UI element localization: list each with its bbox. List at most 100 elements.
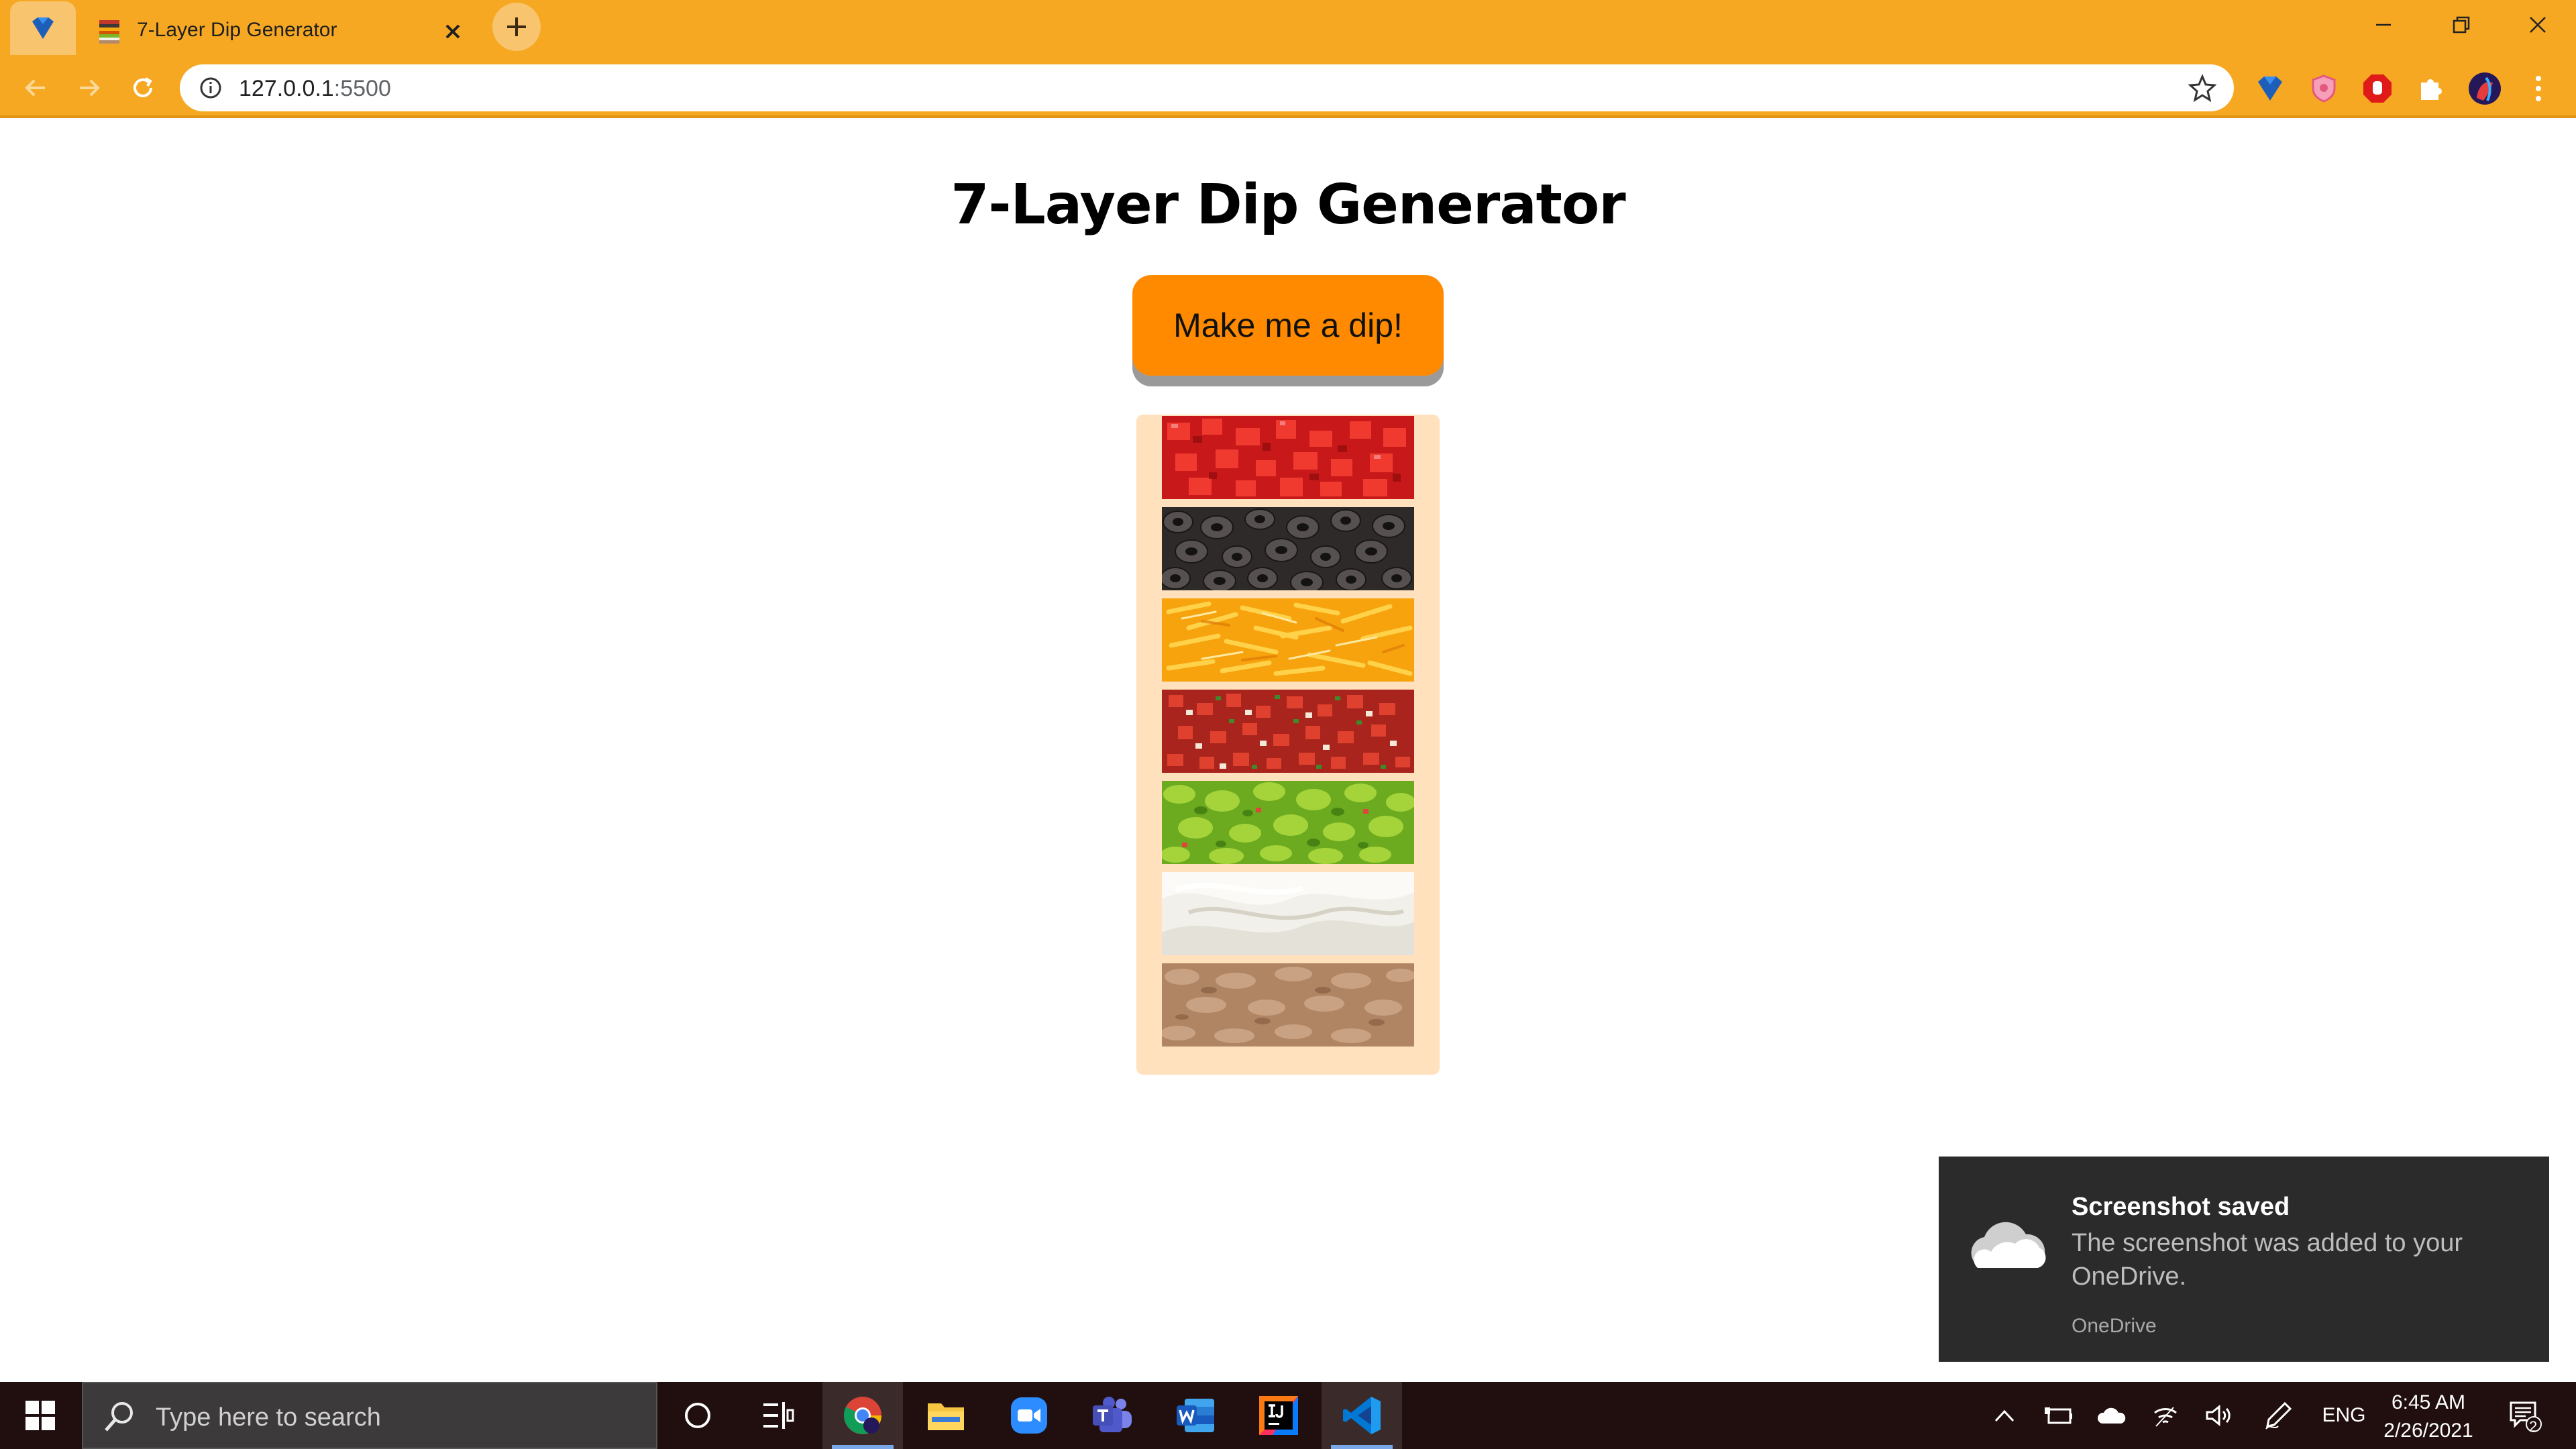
avatar-icon	[2469, 72, 2501, 105]
wifi-icon	[2154, 1407, 2177, 1427]
input-language-button[interactable]: ENG	[2317, 1382, 2371, 1449]
page-title: 7-Layer Dip Generator	[951, 173, 1625, 237]
taskbar-vscode[interactable]	[1322, 1382, 1402, 1449]
cortana-circle-icon	[685, 1403, 710, 1428]
volume-tray-button[interactable]	[2200, 1382, 2238, 1449]
restore-icon	[2453, 16, 2470, 34]
minimize-icon	[2376, 23, 2391, 26]
arrow-left-icon	[25, 79, 45, 97]
bookmark-star-icon[interactable]	[2188, 74, 2216, 102]
layer-sour-cream	[1162, 872, 1414, 955]
task-view-button[interactable]	[738, 1382, 818, 1449]
battery-icon	[2045, 1407, 2072, 1424]
onedrive-tray-button[interactable]	[2093, 1382, 2131, 1449]
arrow-right-icon	[80, 79, 100, 97]
intellij-icon	[1259, 1396, 1298, 1435]
clock-time: 6:45 AM	[2391, 1391, 2466, 1413]
make-dip-button[interactable]: Make me a dip!	[1132, 275, 1444, 376]
notification-count-badge: 2	[2529, 1418, 2538, 1435]
tab-title: 7-Layer Dip Generator	[137, 19, 337, 41]
word-icon	[1177, 1399, 1214, 1432]
browser-menu-button[interactable]	[2521, 71, 2556, 106]
dip-favicon-icon	[99, 20, 119, 44]
toast-source: OneDrive	[2072, 1315, 2157, 1337]
language-indicator: ENG	[2322, 1404, 2366, 1426]
close-icon	[445, 24, 460, 39]
minimize-button[interactable]	[2347, 0, 2420, 50]
profile-diamond-icon	[32, 17, 54, 39]
forward-button[interactable]	[66, 64, 113, 111]
system-clock[interactable]: 6:45 AM 2/26/2021	[2375, 1389, 2482, 1445]
toast-title: Screenshot saved	[2072, 1193, 2290, 1221]
new-tab-button[interactable]	[492, 3, 541, 51]
reload-icon	[133, 77, 152, 97]
shield-icon	[2312, 74, 2336, 103]
network-tray-button[interactable]	[2147, 1382, 2184, 1449]
close-tab-button[interactable]	[436, 15, 470, 48]
chevron-up-icon	[1994, 1409, 2015, 1422]
reload-button[interactable]	[119, 64, 166, 111]
back-button[interactable]	[12, 64, 59, 111]
search-placeholder: Type here to search	[156, 1403, 381, 1432]
pen-icon	[2265, 1401, 2292, 1430]
layer-refried-beans	[1162, 963, 1414, 1046]
profile-menu-button[interactable]	[10, 1, 76, 55]
url-text[interactable]: 127.0.0.1:5500	[239, 76, 391, 102]
browser-titlebar: 7-Layer Dip Generator	[0, 0, 2576, 59]
teams-icon	[1093, 1397, 1132, 1432]
onedrive-toast-notification[interactable]: Screenshot saved The screenshot was adde…	[1939, 1157, 2549, 1362]
layer-diced-tomatoes	[1162, 416, 1414, 499]
battery-tray-button[interactable]	[2039, 1382, 2077, 1449]
tab-7-layer-dip[interactable]: 7-Layer Dip Generator	[82, 3, 484, 59]
browser-toolbar: 127.0.0.1:5500	[0, 59, 2576, 117]
clock-date: 2/26/2021	[2383, 1419, 2473, 1442]
close-icon	[2530, 17, 2546, 33]
taskbar-teams[interactable]	[1072, 1382, 1152, 1449]
site-info-icon[interactable]	[199, 76, 223, 100]
chrome-icon	[843, 1397, 881, 1434]
taskbar-zoom[interactable]	[989, 1382, 1069, 1449]
vscode-icon	[1343, 1397, 1381, 1434]
vertical-dots-icon	[2536, 76, 2541, 101]
dip-stack	[1136, 415, 1440, 1075]
restore-button[interactable]	[2424, 0, 2498, 50]
toolbar-divider	[0, 115, 2576, 118]
start-button[interactable]	[0, 1382, 80, 1449]
extension-stop-button[interactable]	[2360, 71, 2395, 106]
speaker-icon	[2206, 1404, 2231, 1427]
windows-taskbar: Type here to search ENG 6:45 AM 2/26/202…	[0, 1382, 2576, 1449]
windows-logo-icon	[25, 1401, 55, 1430]
diamond-extension-icon	[2258, 76, 2282, 101]
taskbar-search-box[interactable]: Type here to search	[82, 1382, 657, 1449]
taskbar-chrome[interactable]	[822, 1382, 903, 1449]
taskbar-file-explorer[interactable]	[906, 1382, 986, 1449]
toast-message: The screenshot was added to your OneDriv…	[2072, 1229, 2463, 1291]
pen-workspace-button[interactable]	[2259, 1382, 2297, 1449]
cortana-button[interactable]	[657, 1382, 738, 1449]
hand-stop-icon	[2363, 74, 2392, 103]
taskbar-intellij[interactable]	[1238, 1382, 1319, 1449]
active-app-indicator	[1331, 1445, 1393, 1449]
extension-shield-button[interactable]	[2306, 71, 2341, 106]
search-icon	[105, 1402, 133, 1432]
extensions-menu-button[interactable]	[2414, 71, 2449, 106]
zoom-video-icon	[1011, 1397, 1047, 1434]
layer-shredded-cheddar	[1162, 598, 1414, 682]
action-center-button[interactable]: 2	[2498, 1382, 2552, 1449]
url-host: 127.0.0.1	[239, 76, 334, 101]
address-bar[interactable]: 127.0.0.1:5500	[180, 64, 2234, 111]
layer-salsa	[1162, 690, 1414, 773]
url-port: :5500	[333, 76, 391, 101]
layer-guacamole	[1162, 781, 1414, 864]
close-window-button[interactable]	[2501, 0, 2575, 50]
profile-avatar-button[interactable]	[2467, 71, 2502, 106]
taskbar-word[interactable]	[1155, 1382, 1236, 1449]
plus-icon	[507, 17, 526, 36]
show-hidden-icons-button[interactable]	[1987, 1382, 2022, 1449]
task-view-icon	[763, 1402, 794, 1429]
puzzle-piece-icon	[2421, 79, 2442, 100]
cloud-icon	[2097, 1407, 2126, 1424]
active-app-indicator	[832, 1445, 894, 1449]
extension-diamond-button[interactable]	[2253, 71, 2288, 106]
onedrive-cloud-icon	[1971, 1222, 2046, 1268]
